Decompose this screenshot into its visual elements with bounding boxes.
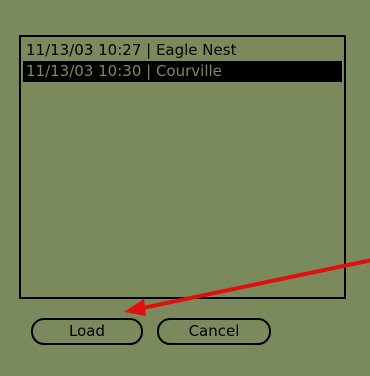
saved-records-list[interactable]: 11/13/03 10:27 | Eagle Nest 11/13/03 10:… bbox=[19, 35, 346, 299]
list-item-selected[interactable]: 11/13/03 10:30 | Courville bbox=[23, 61, 342, 82]
list-item[interactable]: 11/13/03 10:27 | Eagle Nest bbox=[23, 40, 342, 61]
cancel-button[interactable]: Cancel bbox=[157, 318, 271, 345]
load-button[interactable]: Load bbox=[31, 318, 143, 345]
